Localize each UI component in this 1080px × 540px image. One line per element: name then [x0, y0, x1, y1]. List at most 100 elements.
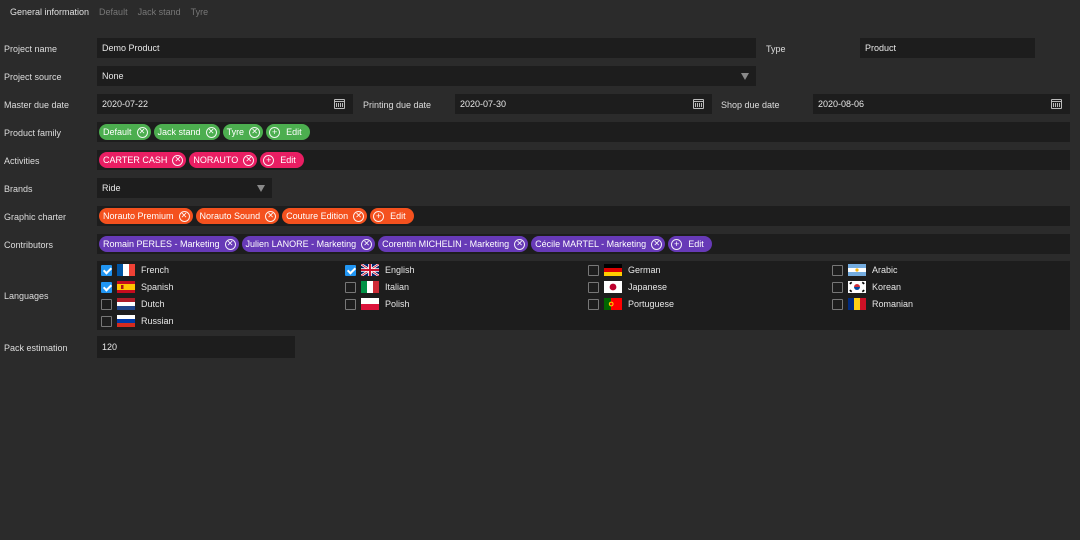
language-option-spanish[interactable]: Spanish [101, 280, 174, 294]
language-checkbox[interactable] [832, 281, 843, 293]
contributors-edit-button[interactable]: + Edit [668, 236, 712, 252]
chip-label: Couture Edition [286, 211, 349, 221]
contributor-chip: Corentin MICHELIN - Marketing ✕ [378, 236, 529, 252]
romania-flag-icon [848, 298, 866, 310]
shop-due-date-label: Shop due date [721, 100, 780, 110]
language-checkbox[interactable] [101, 315, 112, 327]
tab-tyre[interactable]: Tyre [191, 6, 209, 18]
type-label: Type [766, 44, 786, 54]
language-checkbox[interactable] [101, 264, 112, 276]
edit-label: Edit [280, 155, 296, 165]
language-name: Russian [141, 316, 174, 326]
chevron-down-icon [741, 73, 749, 80]
language-checkbox[interactable] [588, 298, 599, 310]
shop-due-date-value: 2020-08-06 [818, 99, 865, 109]
remove-icon[interactable]: ✕ [172, 154, 184, 166]
activities-edit-button[interactable]: + Edit [260, 152, 304, 168]
product-family-edit-button[interactable]: + Edit [266, 124, 310, 140]
chip-label: Tyre [226, 127, 245, 137]
language-checkbox[interactable] [345, 281, 356, 293]
brands-select[interactable]: Ride [97, 178, 272, 198]
language-checkbox[interactable] [588, 264, 599, 276]
pack-estimation-label: Pack estimation [4, 343, 68, 353]
remove-icon[interactable]: ✕ [361, 238, 373, 250]
language-name: Portuguese [628, 299, 675, 309]
remove-icon[interactable]: ✕ [243, 154, 255, 166]
shop-due-date-input[interactable]: 2020-08-06 [813, 94, 1070, 114]
tab-jack-stand[interactable]: Jack stand [138, 6, 181, 18]
language-checkbox[interactable] [101, 298, 112, 310]
type-input[interactable]: Product [860, 38, 1035, 58]
remove-icon[interactable]: ✕ [224, 238, 236, 250]
korea-flag-icon [848, 281, 866, 293]
language-option-polish[interactable]: Polish [345, 297, 410, 311]
product-family-label: Product family [4, 128, 62, 138]
language-name: German [628, 265, 661, 275]
project-source-label: Project source [4, 72, 62, 82]
tab-bar: General information Default Jack stand T… [10, 6, 208, 18]
chip-label: NORAUTO [193, 155, 239, 165]
remove-icon[interactable]: ✕ [514, 238, 526, 250]
language-checkbox[interactable] [832, 264, 843, 276]
language-name: Italian [385, 282, 410, 292]
spain-flag-icon [117, 281, 135, 293]
language-option-italian[interactable]: Italian [345, 280, 409, 294]
language-option-english[interactable]: English [345, 263, 415, 277]
language-name: Arabic [872, 265, 898, 275]
remove-icon[interactable]: ✕ [205, 126, 217, 138]
edit-label: Edit [390, 211, 406, 221]
language-option-dutch[interactable]: Dutch [101, 297, 165, 311]
language-option-russian[interactable]: Russian [101, 314, 174, 328]
language-option-korean[interactable]: Korean [832, 280, 901, 294]
language-name: Spanish [141, 282, 174, 292]
languages-label: Languages [4, 291, 49, 301]
language-option-japanese[interactable]: Japanese [588, 280, 667, 294]
language-checkbox[interactable] [345, 298, 356, 310]
remove-icon[interactable]: ✕ [136, 126, 148, 138]
chip-label: Corentin MICHELIN - Marketing [382, 239, 510, 249]
language-checkbox[interactable] [345, 264, 356, 276]
printing-due-date-input[interactable]: 2020-07-30 [455, 94, 712, 114]
tab-default[interactable]: Default [99, 6, 128, 18]
tab-general-information[interactable]: General information [10, 6, 89, 18]
brands-value: Ride [102, 183, 121, 193]
master-due-date-input[interactable]: 2020-07-22 [97, 94, 353, 114]
chip-label: Norauto Premium [103, 211, 174, 221]
chip-label: Norauto Sound [199, 211, 261, 221]
language-option-arabic[interactable]: Arabic [832, 263, 898, 277]
remove-icon[interactable]: ✕ [178, 210, 190, 222]
language-name: French [141, 265, 170, 275]
contributors-field: Romain PERLES - Marketing ✕ Julien LANORE… [97, 234, 1070, 254]
language-option-french[interactable]: French [101, 263, 169, 277]
chip-label: Cécile MARTEL - Marketing [535, 239, 647, 249]
project-source-value: None [102, 71, 124, 81]
language-checkbox[interactable] [832, 298, 843, 310]
graphic-charter-chip: Norauto Premium ✕ [99, 208, 193, 224]
poland-flag-icon [361, 298, 379, 310]
graphic-charter-edit-button[interactable]: + Edit [370, 208, 414, 224]
remove-icon[interactable]: ✕ [353, 210, 365, 222]
language-option-portuguese[interactable]: Portuguese [588, 297, 674, 311]
pack-estimation-input[interactable]: 120 [97, 336, 295, 358]
calendar-icon[interactable] [693, 99, 704, 109]
language-option-german[interactable]: German [588, 263, 661, 277]
language-name: English [385, 265, 415, 275]
remove-icon[interactable]: ✕ [265, 210, 277, 222]
remove-icon[interactable]: ✕ [249, 126, 261, 138]
calendar-icon[interactable] [1051, 99, 1062, 109]
calendar-icon[interactable] [334, 99, 345, 109]
activity-chip: NORAUTO ✕ [189, 152, 258, 168]
language-checkbox[interactable] [588, 281, 599, 293]
japan-flag-icon [604, 281, 622, 293]
remove-icon[interactable]: ✕ [651, 238, 663, 250]
language-checkbox[interactable] [101, 281, 112, 293]
netherlands-flag-icon [117, 298, 135, 310]
uk-flag-icon [361, 264, 379, 276]
project-source-select[interactable]: None [97, 66, 756, 86]
language-name: Japanese [628, 282, 668, 292]
language-option-romanian[interactable]: Romanian [832, 297, 913, 311]
contributor-chip: Julien LANORE - Marketing ✕ [241, 236, 376, 252]
activities-field: CARTER CASH ✕ NORAUTO ✕ + Edit [97, 150, 1070, 170]
add-icon: + [269, 126, 281, 138]
project-name-input[interactable]: Demo Product [97, 38, 756, 58]
